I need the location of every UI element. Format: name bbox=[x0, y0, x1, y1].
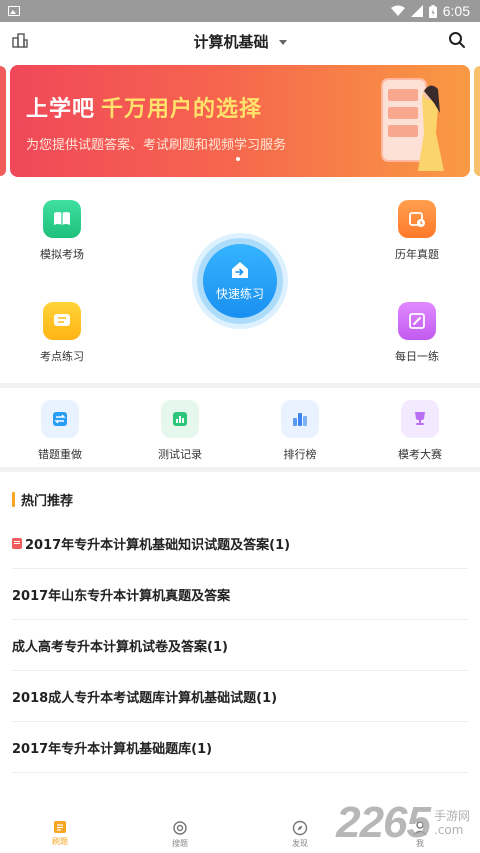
nav-discover-label: 发现 bbox=[292, 839, 308, 848]
mock-exam-label: 模拟考场 bbox=[40, 248, 84, 261]
list-item[interactable]: 2017年专升本计算机基础题库(1) bbox=[12, 722, 468, 773]
list-item[interactable]: 成人高考专升本计算机试卷及答案(1) bbox=[12, 620, 468, 671]
past-exams-label: 历年真题 bbox=[395, 248, 439, 261]
topic-practice-label: 考点练习 bbox=[40, 350, 84, 363]
nav-search[interactable]: 搜题 bbox=[120, 812, 240, 853]
hot-list: 2017年专升本计算机基础知识试题及答案(1) 2017年山东专升本计算机真题及… bbox=[12, 518, 468, 773]
quick-practice-icon bbox=[232, 261, 248, 278]
section-divider bbox=[0, 383, 480, 388]
calendar-clock-icon bbox=[398, 200, 436, 238]
chevron-down-icon bbox=[278, 39, 287, 45]
leaderboard-label: 排行榜 bbox=[283, 448, 317, 461]
banner-illustration bbox=[381, 78, 444, 171]
daily-practice-label: 每日一练 bbox=[395, 350, 439, 363]
edit-icon bbox=[398, 302, 436, 340]
message-icon bbox=[43, 302, 81, 340]
bar-chart-icon bbox=[281, 400, 319, 438]
watermark: 2265 手游网 .com bbox=[336, 798, 470, 848]
swap-icon bbox=[41, 400, 79, 438]
subject-title: 计算机基础 bbox=[193, 32, 269, 51]
app-header: 计算机基础 bbox=[0, 22, 480, 60]
banner-subtitle: 为您提供试题答案、考试刷题和视频学习服务 bbox=[26, 138, 287, 153]
past-exams-button[interactable]: 历年真题 bbox=[369, 200, 465, 262]
section-marker bbox=[12, 492, 15, 507]
mock-exam-button[interactable]: 模拟考场 bbox=[14, 200, 110, 262]
list-item-title: 2017年专升本计算机基础题库(1) bbox=[12, 741, 213, 757]
list-item[interactable]: 2017年专升本计算机基础知识试题及答案(1) bbox=[12, 518, 468, 569]
wrong-redo-button[interactable]: 错题重做 bbox=[10, 400, 110, 462]
hot-section-header: 热门推荐 bbox=[12, 490, 73, 509]
subject-selector[interactable]: 计算机基础 bbox=[193, 31, 287, 52]
contest-button[interactable]: 模考大赛 bbox=[370, 400, 470, 462]
banner-title: 上学吧 千万用户的选择 bbox=[26, 97, 263, 122]
wrong-redo-label: 错题重做 bbox=[38, 448, 82, 461]
nav-search-label: 搜题 bbox=[172, 839, 188, 848]
promo-banner[interactable]: 上学吧 千万用户的选择 为您提供试题答案、考试刷题和视频学习服务 bbox=[10, 65, 470, 177]
signal-icon bbox=[410, 5, 423, 17]
hot-section-title: 热门推荐 bbox=[21, 494, 74, 509]
list-item-title: 2017年专升本计算机基础知识试题及答案(1) bbox=[25, 537, 291, 553]
contest-label: 模考大赛 bbox=[398, 448, 442, 461]
banner-peek-prev bbox=[0, 66, 6, 176]
section-divider bbox=[0, 467, 480, 472]
compass-icon bbox=[292, 820, 308, 836]
banner-pagination bbox=[236, 157, 240, 161]
list-item-title: 2018成人专升本考试题库计算机基础试题(1) bbox=[12, 690, 278, 706]
quick-practice-label: 快速练习 bbox=[215, 286, 264, 301]
quick-practice-button[interactable]: 快速练习 bbox=[192, 233, 288, 329]
nav-practice[interactable]: 刷题 bbox=[0, 812, 120, 853]
list-item[interactable]: 2018成人专升本考试题库计算机基础试题(1) bbox=[12, 671, 468, 722]
battery-icon bbox=[428, 4, 437, 18]
watermark-text: 手游网 .com bbox=[433, 809, 470, 837]
wifi-icon bbox=[390, 5, 405, 16]
pagination-dot-active bbox=[236, 157, 240, 161]
test-records-label: 测试记录 bbox=[158, 448, 202, 461]
list-icon bbox=[54, 821, 66, 833]
daily-practice-button[interactable]: 每日一练 bbox=[369, 302, 465, 364]
list-item-title: 2017年山东专升本计算机真题及答案 bbox=[12, 588, 231, 604]
list-item[interactable]: 2017年山东专升本计算机真题及答案 bbox=[12, 569, 468, 620]
at-search-icon bbox=[173, 821, 187, 835]
list-item-title: 成人高考专升本计算机试卷及答案(1) bbox=[12, 639, 228, 655]
trophy-icon bbox=[401, 400, 439, 438]
book-icon bbox=[43, 200, 81, 238]
banner-peek-next bbox=[474, 66, 480, 176]
test-records-button[interactable]: 测试记录 bbox=[130, 400, 230, 462]
status-bar: 6:05 bbox=[0, 0, 480, 22]
document-tag-icon bbox=[12, 537, 22, 549]
report-icon bbox=[161, 400, 199, 438]
status-time: 6:05 bbox=[442, 3, 470, 19]
nav-practice-label: 刷题 bbox=[52, 837, 68, 846]
leaderboard-button[interactable]: 排行榜 bbox=[250, 400, 350, 462]
image-notification-icon bbox=[8, 6, 20, 16]
topic-practice-button[interactable]: 考点练习 bbox=[14, 302, 110, 364]
building-icon[interactable] bbox=[12, 32, 28, 48]
search-icon[interactable] bbox=[448, 31, 466, 49]
watermark-number: 2265 bbox=[336, 798, 431, 847]
